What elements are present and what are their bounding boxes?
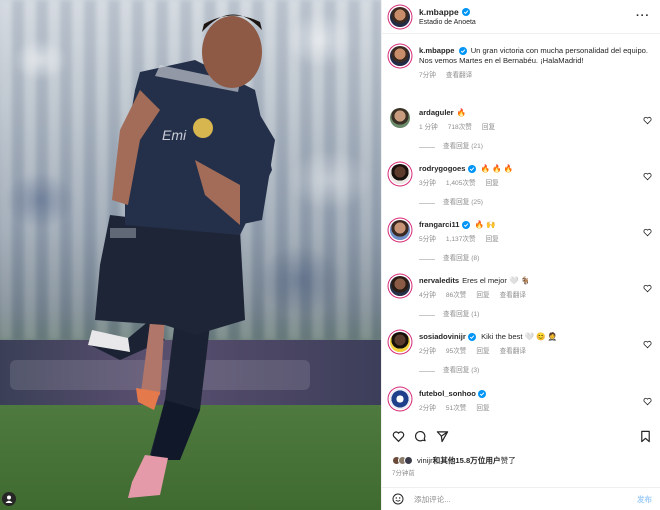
caption-time: 7分钟 [419,72,436,79]
comment-item: frangarci11 🔥 🙌 5分钟 1,137次赞 回复 查看回复 (8) [390,220,652,264]
like-comment-icon[interactable] [643,397,652,406]
comment-input[interactable] [414,494,614,504]
post-caption: k.mbappe Un gran victoria con mucha pers… [382,34,660,81]
verified-badge-icon [467,165,476,173]
comment-text: 🔥 🙌 [474,220,496,229]
post-location[interactable]: Estadio de Anoeta [419,19,476,26]
reply-button[interactable]: 回复 [476,291,489,301]
add-comment-bar: 发布 [382,487,660,510]
player-figure: Emi [88,14,275,498]
likes-summary[interactable]: vinijr和其他15.8万位用户赞了 [392,455,516,466]
reply-button[interactable]: 回复 [486,179,499,189]
verified-badge-icon [461,8,470,16]
comments-panel: k.mbappe Estadio de Anoeta ··· k.mbappe … [381,0,660,510]
commenter-avatar[interactable] [390,220,410,240]
like-comment-icon[interactable] [643,116,652,125]
commenter-avatar[interactable] [390,389,410,409]
comments-list: k.mbappe Un gran victoria con mucha pers… [382,34,660,422]
comment-time: 3分钟 [419,180,436,187]
svg-text:Emi: Emi [162,127,187,143]
comment-item: sosiadovinijr Kiki the best 🤍 😊 🤵 2分钟 95次… [390,332,652,376]
like-comment-icon[interactable] [643,340,652,349]
comment-likes[interactable]: 1,137次赞 [446,235,476,245]
caption-avatar[interactable] [390,46,410,66]
like-comment-icon[interactable] [643,172,652,181]
view-replies-link[interactable]: 查看回复 (3) [419,366,639,376]
comment-likes[interactable]: 95次赞 [446,347,467,357]
likes-suffix: 赞了 [500,456,516,465]
post-actions [392,430,652,446]
comment-time: 2分钟 [419,348,436,355]
comment-text: Kiki the best 🤍 😊 🤵 [481,332,558,341]
comment-likes[interactable]: 1,405次赞 [446,179,476,189]
comment-text: 🔥 [456,108,467,117]
comment-time: 2分钟 [419,405,436,412]
comment-item: ardaguler 🔥 1 分钟 718次赞 回复 查看回复 (21) [390,108,652,152]
commenter-username[interactable]: futebol_sonhoo [419,389,476,398]
comment-item: futebol_sonhoo 2分钟 51次赞 回复 [390,389,652,414]
verified-badge-icon [478,390,487,398]
commenter-username[interactable]: sosiadovinijr [419,332,466,341]
comment-time: 4分钟 [419,292,436,299]
more-options-icon[interactable]: ··· [636,10,650,22]
like-comment-icon[interactable] [643,228,652,237]
reply-button[interactable]: 回复 [476,347,489,357]
like-icon[interactable] [392,430,405,443]
post-time: 7分钟前 [392,470,415,477]
reply-button[interactable]: 回复 [482,123,495,133]
view-replies-link[interactable]: 查看回复 (25) [419,198,639,208]
comment-time: 5分钟 [419,236,436,243]
commenter-avatar[interactable] [390,108,410,128]
comment-item: nervaledits Eres el mejor 🤍 🐐 4分钟 86次赞 回复 查看… [390,276,652,320]
comment-likes[interactable]: 718次赞 [448,123,472,133]
reply-button[interactable]: 回复 [476,404,489,414]
commenter-avatar[interactable] [390,164,410,184]
author-avatar[interactable] [390,6,410,27]
verified-badge-icon [458,47,467,55]
post-photo[interactable]: Emi [0,0,381,510]
verified-badge-icon [467,333,476,341]
emoji-icon[interactable] [392,493,404,505]
like-comment-icon[interactable] [643,284,652,293]
translate-link[interactable]: 查看翻译 [500,347,526,357]
comment-text: 🔥 🔥 🔥 [480,164,514,173]
view-replies-link[interactable]: 查看回复 (1) [419,310,639,320]
translate-link[interactable]: 查看翻译 [500,291,526,301]
commenter-avatar[interactable] [390,332,410,352]
commenter-username[interactable]: rodrygogoes [419,164,465,173]
author-username[interactable]: k.mbappe [419,7,459,17]
commenter-username[interactable]: ardaguler [419,108,454,117]
caption-username[interactable]: k.mbappe [419,46,454,55]
comment-text: Eres el mejor 🤍 🐐 [462,276,530,285]
comment-icon[interactable] [414,430,427,443]
post-comment-button[interactable]: 发布 [637,494,652,505]
reply-button[interactable]: 回复 [486,235,499,245]
share-icon[interactable] [436,430,449,443]
comment-likes[interactable]: 86次赞 [446,291,467,301]
tagged-user-icon[interactable] [2,492,16,506]
caption-translate-link[interactable]: 查看翻译 [446,71,472,81]
liker-avatar [404,456,413,465]
comment-item: rodrygogoes 🔥 🔥 🔥 3分钟 1,405次赞 回复 查看回复 (25) [390,164,652,208]
post-header: k.mbappe Estadio de Anoeta ··· [382,0,660,34]
verified-badge-icon [461,221,470,229]
save-icon[interactable] [639,430,652,443]
comment-time: 1 分钟 [419,124,438,131]
view-replies-link[interactable]: 查看回复 (21) [419,142,639,152]
comment-likes[interactable]: 51次赞 [446,404,467,414]
caption-text: Un gran victoria con mucha personalidad … [419,46,648,65]
view-replies-link[interactable]: 查看回复 (8) [419,254,639,264]
commenter-username[interactable]: frangarci11 [419,220,460,229]
commenter-avatar[interactable] [390,276,410,296]
likes-count-text[interactable]: 和其他15.8万位用户 [433,456,501,465]
liker-username[interactable]: vinijr [417,456,433,465]
commenter-username[interactable]: nervaledits [419,276,459,285]
